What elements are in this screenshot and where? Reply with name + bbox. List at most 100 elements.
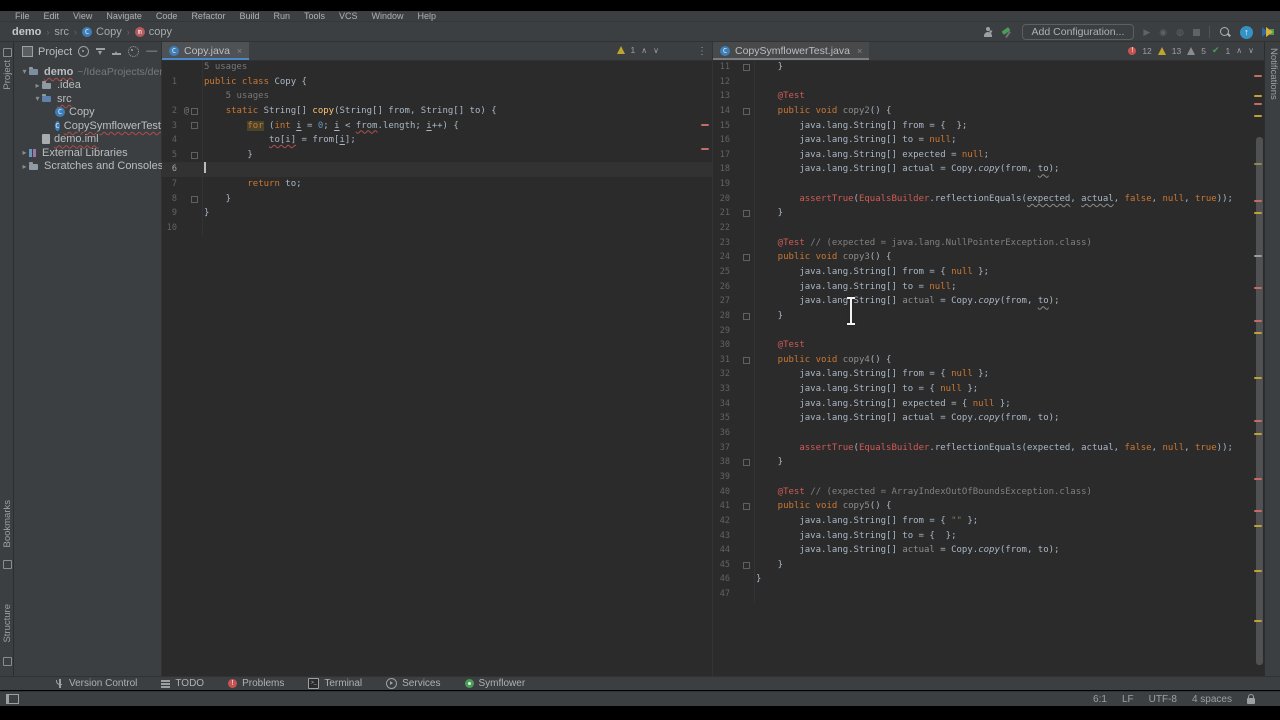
- error-stripe-mark[interactable]: [1254, 433, 1262, 435]
- fold-marker-icon[interactable]: [743, 459, 750, 467]
- next-problem-icon[interactable]: ∨: [1248, 46, 1254, 55]
- hide-panel-icon[interactable]: —: [146, 46, 157, 57]
- file-encoding[interactable]: UTF-8: [1149, 694, 1177, 705]
- error-stripe-mark[interactable]: [1254, 103, 1262, 105]
- tree-arrow-icon[interactable]: ▸: [33, 81, 42, 90]
- add-configuration-button[interactable]: Add Configuration...: [1021, 24, 1135, 40]
- toolwindow-terminal[interactable]: >_ Terminal: [308, 678, 362, 689]
- tree-arrow-icon[interactable]: ▾: [20, 67, 29, 76]
- fold-marker-icon[interactable]: [191, 107, 198, 115]
- menu-file[interactable]: File: [8, 11, 37, 22]
- search-everywhere-icon[interactable]: [1219, 26, 1231, 38]
- toolwindow-problems[interactable]: ! Problems: [228, 678, 284, 689]
- project-panel-title[interactable]: Project: [22, 46, 72, 58]
- update-notification-icon[interactable]: ↑: [1240, 25, 1253, 39]
- error-stripe-mark[interactable]: [1254, 95, 1262, 97]
- tree-item-scratches-and-consoles[interactable]: ▸ Scratches and Consoles: [14, 160, 163, 174]
- caret-position[interactable]: 6:1: [1093, 694, 1107, 705]
- error-stripe-mark[interactable]: [1254, 320, 1262, 322]
- build-hammer-icon[interactable]: [1002, 27, 1013, 38]
- error-stripe-mark[interactable]: [1254, 255, 1262, 257]
- toolwindow-toggle-icon[interactable]: [6, 694, 19, 704]
- error-stripe-mark[interactable]: [701, 148, 709, 150]
- menu-edit[interactable]: Edit: [37, 11, 67, 22]
- error-stripe-mark[interactable]: [1254, 212, 1262, 214]
- error-stripe-mark[interactable]: [1254, 525, 1262, 527]
- tree-item-copysymflowertest[interactable]: C CopySymflowerTest: [14, 119, 161, 133]
- next-problem-icon[interactable]: ∨: [653, 46, 659, 55]
- menu-run[interactable]: Run: [266, 11, 297, 22]
- error-stripe-mark[interactable]: [1254, 75, 1262, 77]
- fold-marker-icon[interactable]: [743, 254, 750, 262]
- close-tab-icon[interactable]: ×: [237, 46, 242, 56]
- tree-arrow-icon[interactable]: ▸: [20, 148, 29, 157]
- toolwindow-services[interactable]: Services: [386, 678, 441, 689]
- fold-marker-icon[interactable]: [743, 107, 750, 115]
- error-stripe-mark[interactable]: [1254, 510, 1262, 512]
- tree-item-external-libraries[interactable]: ▸ External Libraries: [14, 146, 161, 160]
- tree-arrow-icon[interactable]: ▾: [33, 94, 42, 103]
- settings-gear-icon[interactable]: [128, 46, 140, 57]
- plugin-icon[interactable]: [1262, 26, 1274, 38]
- editor-copy-java[interactable]: 5 usages 1 public class Copy { 5 usages 2 @ …: [162, 60, 712, 676]
- toolwindow-version-control[interactable]: Version Control: [55, 678, 137, 689]
- fold-marker-icon[interactable]: [191, 195, 198, 203]
- error-stripe-mark[interactable]: [1254, 115, 1262, 117]
- locate-file-icon[interactable]: [78, 46, 90, 57]
- tree-item--idea[interactable]: ▸ .idea: [14, 79, 161, 93]
- fold-marker-icon[interactable]: [191, 151, 198, 159]
- prev-problem-icon[interactable]: ∧: [641, 46, 647, 55]
- menu-window[interactable]: Window: [365, 11, 411, 22]
- tree-arrow-icon[interactable]: ▸: [20, 162, 29, 171]
- tool-stripe-bookmarks[interactable]: Bookmarks: [2, 500, 13, 548]
- menu-vcs[interactable]: VCS: [332, 11, 365, 22]
- breadcrumb-copy[interactable]: C Copy: [82, 26, 122, 38]
- menu-code[interactable]: Code: [149, 11, 185, 22]
- error-stripe-mark[interactable]: [1254, 200, 1262, 202]
- tree-item-src[interactable]: ▾ src: [14, 92, 161, 106]
- user-account-icon[interactable]: ▾: [983, 27, 993, 37]
- error-stripe-mark[interactable]: [1254, 620, 1262, 622]
- fold-marker-icon[interactable]: [743, 561, 750, 569]
- menu-build[interactable]: Build: [232, 11, 266, 22]
- tree-item-demo-iml[interactable]: demo.iml: [14, 133, 161, 147]
- error-stripe-mark[interactable]: [1254, 478, 1262, 480]
- close-tab-icon[interactable]: ×: [857, 46, 862, 56]
- scrollbar-thumb[interactable]: [1256, 137, 1263, 665]
- tool-stripe-structure[interactable]: Structure: [2, 604, 13, 643]
- tool-stripe-notifications[interactable]: Notifications: [1268, 48, 1279, 100]
- error-stripe-mark[interactable]: [1254, 163, 1262, 165]
- menu-tools[interactable]: Tools: [297, 11, 332, 22]
- tab-copy-java[interactable]: C Copy.java ×: [162, 42, 250, 60]
- collapse-all-icon[interactable]: [112, 47, 122, 56]
- tree-item-copy[interactable]: C Copy: [14, 106, 161, 120]
- tool-stripe-project[interactable]: Project: [2, 60, 13, 90]
- menu-navigate[interactable]: Navigate: [99, 11, 149, 22]
- readonly-lock-icon[interactable]: [1247, 693, 1255, 704]
- fold-marker-icon[interactable]: [191, 122, 198, 130]
- menu-help[interactable]: Help: [411, 11, 444, 22]
- error-stripe-mark[interactable]: [1254, 377, 1262, 379]
- error-stripe-mark[interactable]: [1254, 332, 1262, 334]
- breadcrumb-demo[interactable]: demo: [12, 26, 41, 38]
- fold-marker-icon[interactable]: [743, 356, 750, 364]
- menu-view[interactable]: View: [66, 11, 99, 22]
- toolwindow-todo[interactable]: TODO: [161, 678, 204, 689]
- error-stripe-mark[interactable]: [1254, 420, 1262, 422]
- fold-marker-icon[interactable]: [743, 312, 750, 320]
- editor-copysymflowertest-java[interactable]: 11 } 12 13 @Test 14 public void copy2() {15…: [713, 60, 1264, 676]
- tab-copysymflowertest-java[interactable]: C CopySymflowerTest.java ×: [713, 42, 870, 60]
- fold-marker-icon[interactable]: [743, 210, 750, 218]
- breadcrumb-src[interactable]: src: [54, 26, 69, 38]
- fold-marker-icon[interactable]: [743, 503, 750, 511]
- toolwindow-symflower[interactable]: Symflower: [464, 678, 525, 689]
- error-stripe-mark[interactable]: [701, 124, 709, 126]
- indent-setting[interactable]: 4 spaces: [1192, 694, 1232, 705]
- inspections-widget-left[interactable]: 1 ∧ ∨: [616, 45, 659, 55]
- menu-refactor[interactable]: Refactor: [184, 11, 232, 22]
- usages-inlay-hint[interactable]: 5 usages: [204, 62, 247, 72]
- error-stripe-mark[interactable]: [1254, 287, 1262, 289]
- usages-inlay-hint[interactable]: 5 usages: [204, 91, 269, 101]
- editor-options-kebab-icon[interactable]: ⋮: [697, 46, 712, 57]
- fold-marker-icon[interactable]: [743, 63, 750, 71]
